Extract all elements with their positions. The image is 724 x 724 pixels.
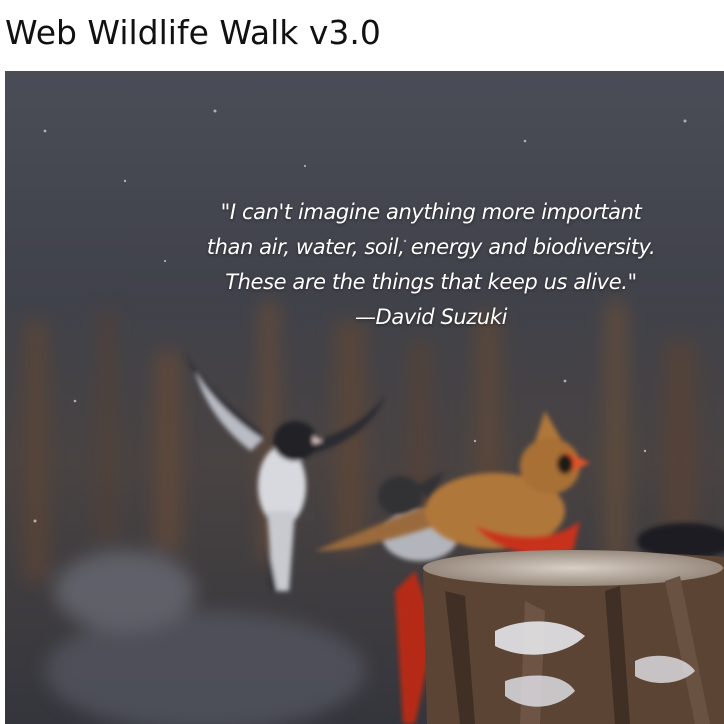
nature-quote: "I can't imagine anything more important…: [5, 195, 724, 335]
hero-banner: "I can't imagine anything more important…: [5, 71, 724, 724]
hero-background-image: [5, 71, 724, 724]
page-title: Web Wildlife Walk v3.0: [5, 13, 381, 52]
quote-attribution: —David Suzuki: [354, 305, 508, 329]
quote-line-1: "I can't imagine anything more important: [220, 200, 642, 224]
quote-line-3: These are the things that keep us alive.…: [225, 270, 637, 294]
tree-stump: [423, 550, 724, 724]
quote-line-2: than air, water, soil, energy and biodiv…: [206, 235, 656, 259]
